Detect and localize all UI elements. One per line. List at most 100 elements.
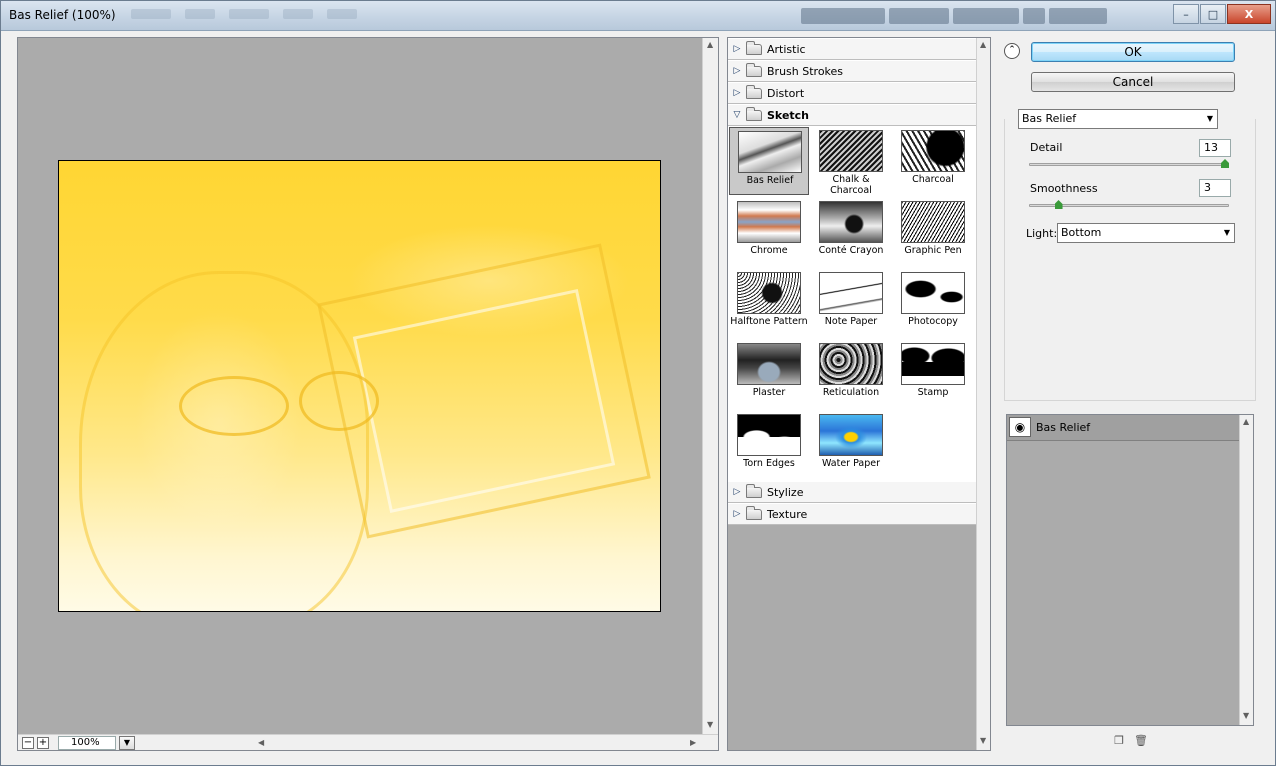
effect-layer-name: Bas Relief [1036, 421, 1091, 434]
light-label: Light: [1026, 227, 1058, 240]
filter-thumbnail-label: Chalk & Charcoal [830, 174, 872, 196]
filter-thumbnail-image [819, 272, 883, 314]
category-sketch[interactable]: ▽ Sketch [728, 104, 976, 126]
new-effect-layer-icon[interactable]: ❐ [1112, 734, 1126, 748]
filter-thumbnail-image [819, 130, 883, 172]
filter-thumbnail[interactable]: Chalk & Charcoal [811, 127, 891, 196]
relief-face [79, 271, 369, 611]
relief-glasses-right [299, 371, 379, 431]
window-controls: – □ X [1172, 4, 1271, 24]
scroll-down-icon[interactable]: ▼ [980, 736, 986, 745]
expand-arrow-icon[interactable]: ▷ [728, 88, 746, 98]
filter-thumbnail-label: Plaster [752, 387, 786, 398]
category-stylize[interactable]: ▷ Stylize [728, 481, 976, 503]
filter-thumbnail[interactable]: Note Paper [811, 269, 891, 337]
category-label: Texture [767, 507, 808, 521]
scroll-up-icon[interactable]: ▲ [980, 40, 986, 49]
filter-thumbnail-label: Torn Edges [743, 458, 795, 469]
filter-thumbnail[interactable]: Halftone Pattern [729, 269, 809, 337]
eye-icon[interactable]: ◉ [1009, 417, 1031, 437]
effect-layer-row[interactable]: ◉ Bas Relief [1007, 415, 1239, 441]
expand-arrow-icon[interactable]: ▷ [728, 66, 746, 76]
zoom-controls: − + 100% ▼ [22, 736, 135, 750]
filter-thumbnail-label: Charcoal [912, 174, 954, 185]
filter-thumbnail-label: Graphic Pen [904, 245, 962, 256]
filter-thumbnail-label: Bas Relief [746, 175, 794, 186]
folder-icon [746, 84, 762, 99]
filter-thumbnail[interactable]: Photocopy [893, 269, 973, 337]
filter-select[interactable]: Bas Relief ▼ [1018, 109, 1218, 129]
zoom-out-button[interactable]: − [22, 737, 34, 749]
scroll-up-icon[interactable]: ▲ [1243, 417, 1249, 426]
filter-thumbnail[interactable]: Reticulation [811, 340, 891, 408]
close-button[interactable]: X [1227, 4, 1271, 24]
filter-thumbnail[interactable]: Stamp [893, 340, 973, 408]
filter-gallery-list: ▷ Artistic ▷ Brush Strokes ▷ Distort ▽ S… [727, 37, 991, 751]
filter-thumbnail-image [819, 343, 883, 385]
detail-label: Detail [1030, 141, 1063, 154]
expand-arrow-icon[interactable]: ▷ [728, 509, 746, 519]
preview-vertical-scrollbar[interactable]: ▲ ▼ [702, 38, 718, 734]
category-artistic[interactable]: ▷ Artistic [728, 38, 976, 60]
ok-button[interactable]: OK [1031, 42, 1235, 62]
detail-slider[interactable] [1029, 163, 1229, 166]
filter-thumbnail[interactable]: Torn Edges [729, 411, 809, 479]
window-title: Bas Relief (100%) [9, 8, 116, 22]
category-texture[interactable]: ▷ Texture [728, 503, 976, 525]
filter-thumbnail[interactable]: Graphic Pen [893, 198, 973, 266]
smoothness-label: Smoothness [1030, 182, 1098, 195]
collapse-gallery-icon[interactable]: ⌃ [1004, 43, 1020, 59]
filter-thumbnail[interactable]: Charcoal [893, 127, 973, 195]
collapse-arrow-icon[interactable]: ▽ [728, 110, 746, 120]
filter-thumbnail-image [737, 343, 801, 385]
maximize-button[interactable]: □ [1200, 4, 1226, 24]
filter-thumbnail-label: Halftone Pattern [730, 316, 808, 327]
filter-settings-panel [1004, 119, 1256, 401]
scroll-left-icon[interactable]: ◀ [258, 738, 264, 747]
preview-canvas[interactable] [18, 38, 702, 734]
trash-icon[interactable]: 🗑 [1134, 734, 1148, 748]
filter-thumbnail[interactable]: Chrome [729, 198, 809, 266]
scroll-up-icon[interactable]: ▲ [707, 40, 713, 49]
background-toolbar [131, 9, 791, 23]
zoom-in-button[interactable]: + [37, 737, 49, 749]
light-select[interactable]: Bottom ▼ [1057, 223, 1235, 243]
scroll-down-icon[interactable]: ▼ [1243, 711, 1249, 720]
preview-image [58, 160, 661, 612]
smoothness-field[interactable]: 3 [1199, 179, 1231, 197]
filter-thumbnail-label: Water Paper [821, 458, 880, 469]
category-label: Artistic [767, 42, 806, 56]
gallery-scrollbar[interactable]: ▲ ▼ [976, 38, 990, 750]
filter-thumbnail-label: Reticulation [822, 387, 880, 398]
filter-thumbnail-image [901, 201, 965, 243]
filter-thumbnail-label: Chrome [750, 245, 788, 256]
preview-horizontal-scrollbar[interactable]: − + 100% ▼ ◀ ▶ [18, 734, 718, 750]
scroll-right-icon[interactable]: ▶ [690, 738, 696, 747]
category-distort[interactable]: ▷ Distort [728, 82, 976, 104]
title-bar[interactable]: Bas Relief (100%) – □ X [1, 1, 1275, 31]
expand-arrow-icon[interactable]: ▷ [728, 487, 746, 497]
detail-field[interactable]: 13 [1199, 139, 1231, 157]
zoom-dropdown-icon[interactable]: ▼ [119, 736, 135, 750]
effect-layers-panel: ◉ Bas Relief ▲ ▼ [1006, 414, 1254, 726]
category-brush-strokes[interactable]: ▷ Brush Strokes [728, 60, 976, 82]
category-label: Brush Strokes [767, 64, 844, 78]
filter-thumbnail-image [737, 201, 801, 243]
filter-thumbnail[interactable]: Conté Crayon [811, 198, 891, 266]
filter-thumbnail-image [819, 414, 883, 456]
chevron-down-icon: ▼ [1223, 228, 1230, 237]
category-label: Stylize [767, 485, 804, 499]
filter-thumbnail[interactable]: Bas Relief [729, 127, 809, 195]
filter-gallery-window: Bas Relief (100%) – □ X ▲ ▼ − + 100% ▼ ◀… [0, 0, 1276, 766]
filter-thumbnail-image [737, 414, 801, 456]
layers-scrollbar[interactable]: ▲ ▼ [1239, 415, 1253, 725]
filter-thumbnail[interactable]: Water Paper [811, 411, 891, 479]
expand-arrow-icon[interactable]: ▷ [728, 44, 746, 54]
light-select-value: Bottom [1061, 226, 1102, 239]
cancel-button[interactable]: Cancel [1031, 72, 1235, 92]
scroll-down-icon[interactable]: ▼ [707, 720, 713, 729]
filter-thumbnail-image [901, 272, 965, 314]
filter-thumbnail[interactable]: Plaster [729, 340, 809, 408]
zoom-level-field[interactable]: 100% [58, 736, 116, 750]
minimize-button[interactable]: – [1173, 4, 1199, 24]
